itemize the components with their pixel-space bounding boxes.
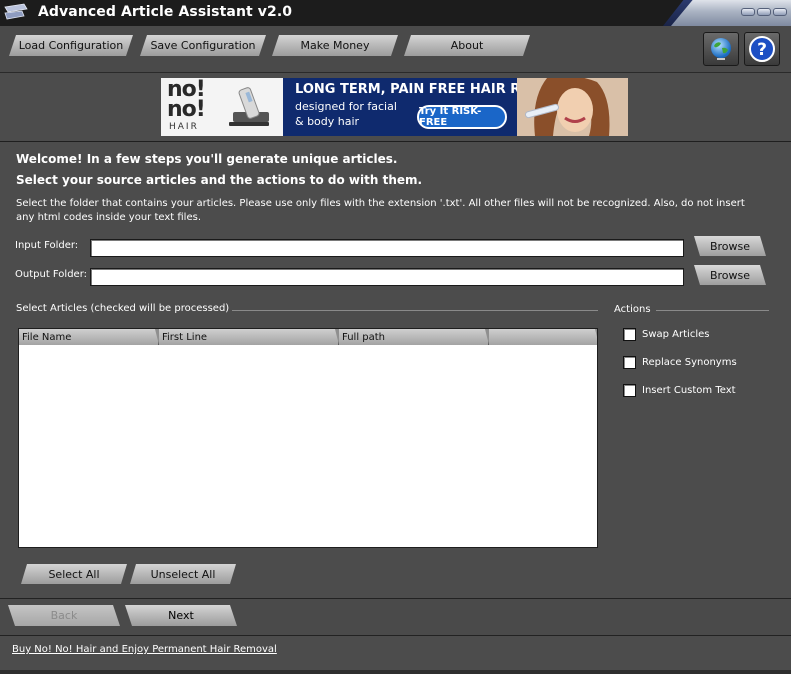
articles-section-title: Select Articles (checked will be process… [16,303,230,314]
wizard-navigation: Back Next [0,599,791,636]
output-browse-button[interactable]: Browse [694,265,766,285]
banner-subline-2: & body hair [295,115,360,128]
articles-list[interactable]: File Name First Line Full path [18,328,598,548]
output-folder-label: Output Folder: [15,269,88,280]
column-file-name[interactable]: File Name [19,329,159,345]
replace-synonyms-checkbox[interactable] [623,356,636,369]
minimize-button[interactable] [741,8,755,16]
instructions-heading: Select your source articles and the acti… [16,173,423,187]
swap-articles-checkbox[interactable] [623,328,636,341]
unselect-all-button[interactable]: Unselect All [130,564,236,584]
insert-custom-text-option[interactable]: Insert Custom Text [623,384,736,397]
save-configuration-button[interactable]: Save Configuration [140,35,266,56]
app-window: Advanced Article Assistant v2.0 Load Con… [0,0,791,674]
toolbar: Load Configuration Save Configuration Ma… [0,26,791,73]
ad-banner[interactable]: no! no! HAIR LONG TERM, PAIN FREE HAIR R… [161,78,628,136]
make-money-button[interactable]: Make Money [272,35,398,56]
close-button[interactable] [773,8,787,16]
brand-line2: no! [167,97,206,122]
help-button[interactable]: ? [744,32,780,66]
question-mark-icon: ? [749,36,775,62]
window-title: Advanced Article Assistant v2.0 [38,4,293,20]
swap-articles-label: Swap Articles [642,329,710,340]
input-folder-label: Input Folder: [15,240,79,251]
app-logo-icon [4,3,28,20]
output-folder-field[interactable] [90,268,684,286]
footer: Buy No! No! Hair and Enjoy Permanent Hai… [0,636,791,674]
column-extra[interactable] [489,329,598,345]
description-text: Select the folder that contains your art… [16,198,745,223]
back-button[interactable]: Back [8,605,120,626]
hair-removal-device-image [229,87,269,126]
maximize-button[interactable] [757,8,771,16]
insert-custom-text-checkbox[interactable] [623,384,636,397]
replace-synonyms-label: Replace Synonyms [642,357,737,368]
about-button[interactable]: About [404,35,530,56]
model-photo [517,78,628,136]
globe-icon [711,38,731,60]
column-full-path[interactable]: Full path [339,329,489,345]
main-panel: Welcome! In a few steps you'll generate … [0,142,791,599]
replace-synonyms-option[interactable]: Replace Synonyms [623,356,737,369]
next-button[interactable]: Next [125,605,237,626]
web-button[interactable] [703,32,739,66]
title-bar[interactable]: Advanced Article Assistant v2.0 [0,0,791,26]
brand-hair-text: HAIR [169,122,199,132]
insert-custom-text-label: Insert Custom Text [642,385,736,396]
svg-text:?: ? [757,40,767,60]
actions-section-title: Actions [614,304,651,315]
column-first-line[interactable]: First Line [159,329,339,345]
brand-logo: no! no! [167,79,206,122]
banner-brand-panel: no! no! HAIR [161,78,283,136]
try-risk-free-button[interactable]: Try It RISK-FREE [417,105,507,129]
window-bottom-edge [0,670,791,674]
articles-section-divider [232,310,598,311]
swap-articles-option[interactable]: Swap Articles [623,328,709,341]
banner-row: no! no! HAIR LONG TERM, PAIN FREE HAIR R… [0,73,791,142]
welcome-heading: Welcome! In a few steps you'll generate … [16,152,398,166]
list-header: File Name First Line Full path [19,329,597,345]
buy-product-link[interactable]: Buy No! No! Hair and Enjoy Permanent Hai… [12,644,277,655]
select-all-button[interactable]: Select All [21,564,127,584]
load-configuration-button[interactable]: Load Configuration [9,35,133,56]
input-folder-field[interactable] [90,239,684,257]
input-browse-button[interactable]: Browse [694,236,766,256]
banner-subline-1: designed for facial [295,100,397,113]
actions-section-divider [656,310,769,311]
